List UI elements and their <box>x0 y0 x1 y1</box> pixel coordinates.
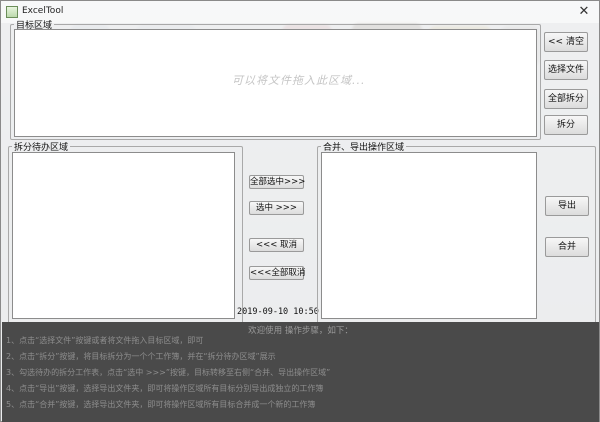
window-title: ExcelTool <box>22 6 64 16</box>
current-datetime: 2019-09-10 10:50 <box>237 307 319 317</box>
guide-console: 欢迎使用 操作步骤，如下： 1、点击“选择文件”按键或者将文件拖入目标区域，即可… <box>2 322 599 422</box>
merge-button[interactable]: 合并 <box>545 237 589 257</box>
export-button[interactable]: 导出 <box>545 196 589 216</box>
drop-hint: 可以将文件拖入此区域... <box>232 74 366 87</box>
guide-step: 3、勾选待办的拆分工作表，点击“选中 >>>”按键，目标转移至右侧“合并、导出操… <box>6 368 331 377</box>
clear-button[interactable]: << 清空 <box>544 32 588 52</box>
app-window: ExcelTool ✕ 目标区域 可以将文件拖入此区域... << 清空 选择文… <box>0 0 600 422</box>
select-all-button[interactable]: 全部选中>>> <box>249 175 305 189</box>
select-button[interactable]: 选中 >>> <box>249 201 304 215</box>
close-icon[interactable]: ✕ <box>575 3 593 21</box>
split-pending-list[interactable] <box>12 152 235 319</box>
guide-step: 4、点击“导出”按键，选择导出文件夹，即可将操作区域所有目标分别导出成独立的工作… <box>6 384 324 393</box>
split-button[interactable]: 拆分 <box>544 115 588 135</box>
guide-step: 1、点击“选择文件”按键或者将文件拖入目标区域，即可 <box>6 336 204 345</box>
guide-step: 2、点击“拆分”按键，将目标拆分为一个个工作簿，并在“拆分待办区域”展示 <box>6 352 276 361</box>
cancel-button[interactable]: <<< 取消 <box>249 238 304 252</box>
merge-export-list[interactable] <box>321 152 537 319</box>
select-file-button[interactable]: 选择文件 <box>544 60 588 80</box>
cancel-all-button[interactable]: <<<全部取消 <box>249 266 305 280</box>
split-all-button[interactable]: 全部拆分 <box>544 89 588 109</box>
guide-step: 5、点击“合并”按键，选择导出文件夹，即可将操作区域所有目标合并成一个新的工作簿 <box>6 400 316 409</box>
app-icon <box>6 6 18 18</box>
